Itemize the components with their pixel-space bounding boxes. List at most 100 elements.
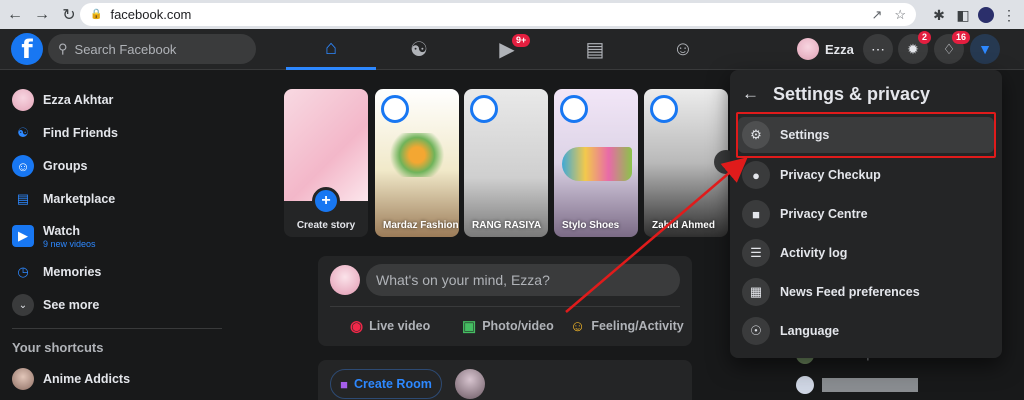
messenger-icon: ✹: [907, 40, 919, 57]
story-card[interactable]: RANG RASIYA: [464, 89, 548, 237]
story-card[interactable]: Mardaz Fashion: [375, 89, 459, 237]
browser-menu-icon[interactable]: ⋮: [998, 4, 1020, 26]
share-icon[interactable]: ↗: [871, 7, 882, 23]
messenger-button[interactable]: ✹ 2: [898, 31, 932, 64]
globe-icon: ☉: [742, 317, 770, 345]
gear-icon: ⚙: [742, 121, 770, 149]
story-card[interactable]: Stylo Shoes: [554, 89, 638, 237]
extensions-icon[interactable]: ✱: [928, 4, 950, 26]
sidebar-item-label: Watch: [43, 223, 81, 238]
sidebar-item-groups[interactable]: ☺ Groups: [8, 150, 218, 182]
menu-item-label: Language: [780, 324, 840, 338]
story-card-create[interactable]: + Create story: [284, 89, 368, 237]
browser-profile-avatar[interactable]: [975, 4, 997, 26]
messenger-badge: 2: [918, 31, 932, 44]
tab-friends[interactable]: ☯: [374, 29, 464, 70]
story-avatar: [381, 95, 409, 123]
sidebar-item-marketplace[interactable]: ▤ Marketplace: [8, 183, 218, 215]
sidebar-item-profile[interactable]: Ezza Akhtar: [8, 84, 218, 116]
create-room-button[interactable]: ■ Create Room: [330, 369, 442, 399]
menu-grid-button[interactable]: ⋯: [863, 34, 893, 64]
menu-item-privacy-checkup[interactable]: ● Privacy Checkup: [738, 157, 994, 193]
story-label: Create story: [296, 220, 356, 231]
menu-item-label: Activity log: [780, 246, 848, 260]
lock-heart-icon: ●: [742, 161, 770, 189]
tab-watch[interactable]: ▶ 9+: [462, 29, 552, 70]
story-avatar: [560, 95, 588, 123]
sidebar-item-label: Memories: [43, 265, 102, 279]
menu-title: Settings & privacy: [773, 83, 931, 104]
back-icon[interactable]: ←: [3, 3, 27, 27]
watch-icon: ▶: [12, 225, 34, 247]
watch-badge: 9+: [512, 34, 531, 47]
store-icon: ▤: [16, 191, 30, 206]
account-button[interactable]: ▼: [970, 34, 1000, 64]
action-label: Live video: [369, 319, 431, 333]
sidepanel-icon[interactable]: ◧: [952, 4, 974, 26]
search-icon: ⚲: [58, 41, 68, 56]
shortcut-item[interactable]: Anime Addicts: [8, 363, 218, 395]
search-box[interactable]: ⚲: [48, 34, 256, 64]
notifications-badge: 16: [952, 31, 971, 44]
sidebar-item-memories[interactable]: ◷ Memories: [8, 256, 218, 288]
menu-item-activity-log[interactable]: ☰ Activity log: [738, 235, 994, 271]
menu-item-label: Settings: [780, 128, 830, 142]
notifications-button[interactable]: ♢ 16: [934, 31, 971, 64]
tab-home[interactable]: ⌂: [286, 29, 376, 70]
redacted-name: [822, 378, 918, 392]
plus-icon: +: [312, 187, 340, 215]
friends-icon: ☯: [410, 39, 428, 61]
browser-toolbar: ← → ↻ 🔒 facebook.com ↗ ☆ ✱ ◧ ⋮: [0, 0, 1024, 29]
store-icon: ▤: [585, 39, 605, 61]
sidebar-item-label: See more: [43, 298, 100, 312]
live-video-button[interactable]: ◉ Live video: [350, 314, 430, 338]
groups-icon: ☺: [12, 155, 34, 177]
tab-groups[interactable]: ☺: [638, 29, 728, 70]
contact-item[interactable]: [796, 376, 918, 394]
settings-privacy-menu: ← Settings & privacy ⚙ Settings ● Privac…: [730, 70, 1002, 358]
shortcuts-heading: Your shortcuts: [12, 340, 104, 355]
sidebar-item-label: Marketplace: [43, 192, 116, 206]
menu-item-privacy-centre[interactable]: ■ Privacy Centre: [738, 196, 994, 232]
avatar: [330, 265, 360, 295]
sidebar-item-see-more[interactable]: ⌄ See more: [8, 289, 218, 321]
menu-header: ← Settings & privacy: [742, 78, 930, 110]
clock-icon: ◷: [17, 264, 29, 279]
story-image: [284, 89, 368, 201]
search-input[interactable]: [74, 41, 235, 57]
menu-item-language[interactable]: ☉ Language: [738, 313, 994, 349]
forward-icon[interactable]: →: [30, 3, 54, 27]
photo-video-button[interactable]: ▣ Photo/video: [462, 314, 554, 338]
avatar: [796, 376, 814, 394]
facebook-logo-icon[interactable]: f: [11, 33, 43, 65]
grid-icon: ⋯: [871, 40, 885, 57]
sidebar-item-find-friends[interactable]: ☯ Find Friends: [8, 117, 218, 149]
profile-button[interactable]: Ezza: [793, 34, 862, 64]
avatar: [12, 89, 34, 111]
tab-marketplace[interactable]: ▤: [550, 29, 640, 70]
menu-item-settings[interactable]: ⚙ Settings: [738, 117, 994, 153]
bookmark-star-icon[interactable]: ☆: [894, 7, 906, 23]
groups-icon: ☺: [672, 38, 694, 60]
watch-new-videos-count: 9 new videos: [43, 238, 96, 249]
story-image: [562, 147, 632, 181]
story-image: [385, 133, 449, 177]
video-camera-icon: ◉: [350, 318, 364, 335]
story-label: Zahid Ahmed: [652, 220, 715, 231]
story-label: Stylo Shoes: [562, 220, 620, 231]
story-label: Mardaz Fashion: [383, 220, 459, 231]
story-avatar: [470, 95, 498, 123]
story-avatar: [650, 95, 678, 123]
friends-icon: ☯: [17, 125, 29, 140]
reload-icon[interactable]: ↻: [57, 3, 81, 27]
address-bar[interactable]: 🔒 facebook.com ↗ ☆: [80, 3, 916, 26]
list-icon: ☰: [742, 239, 770, 267]
sidebar-item-watch[interactable]: ▶ Watch 9 new videos: [8, 220, 218, 252]
back-arrow-icon[interactable]: ←: [742, 84, 759, 104]
feeling-activity-button[interactable]: ☺ Feeling/Activity: [570, 314, 684, 338]
composer-input[interactable]: What's on your mind, Ezza?: [366, 264, 680, 296]
menu-item-news-feed-preferences[interactable]: ▦ News Feed preferences: [738, 274, 994, 310]
avatar[interactable]: [455, 369, 485, 399]
action-label: Photo/video: [482, 319, 554, 333]
post-composer: What's on your mind, Ezza? ◉ Live video …: [318, 256, 692, 346]
